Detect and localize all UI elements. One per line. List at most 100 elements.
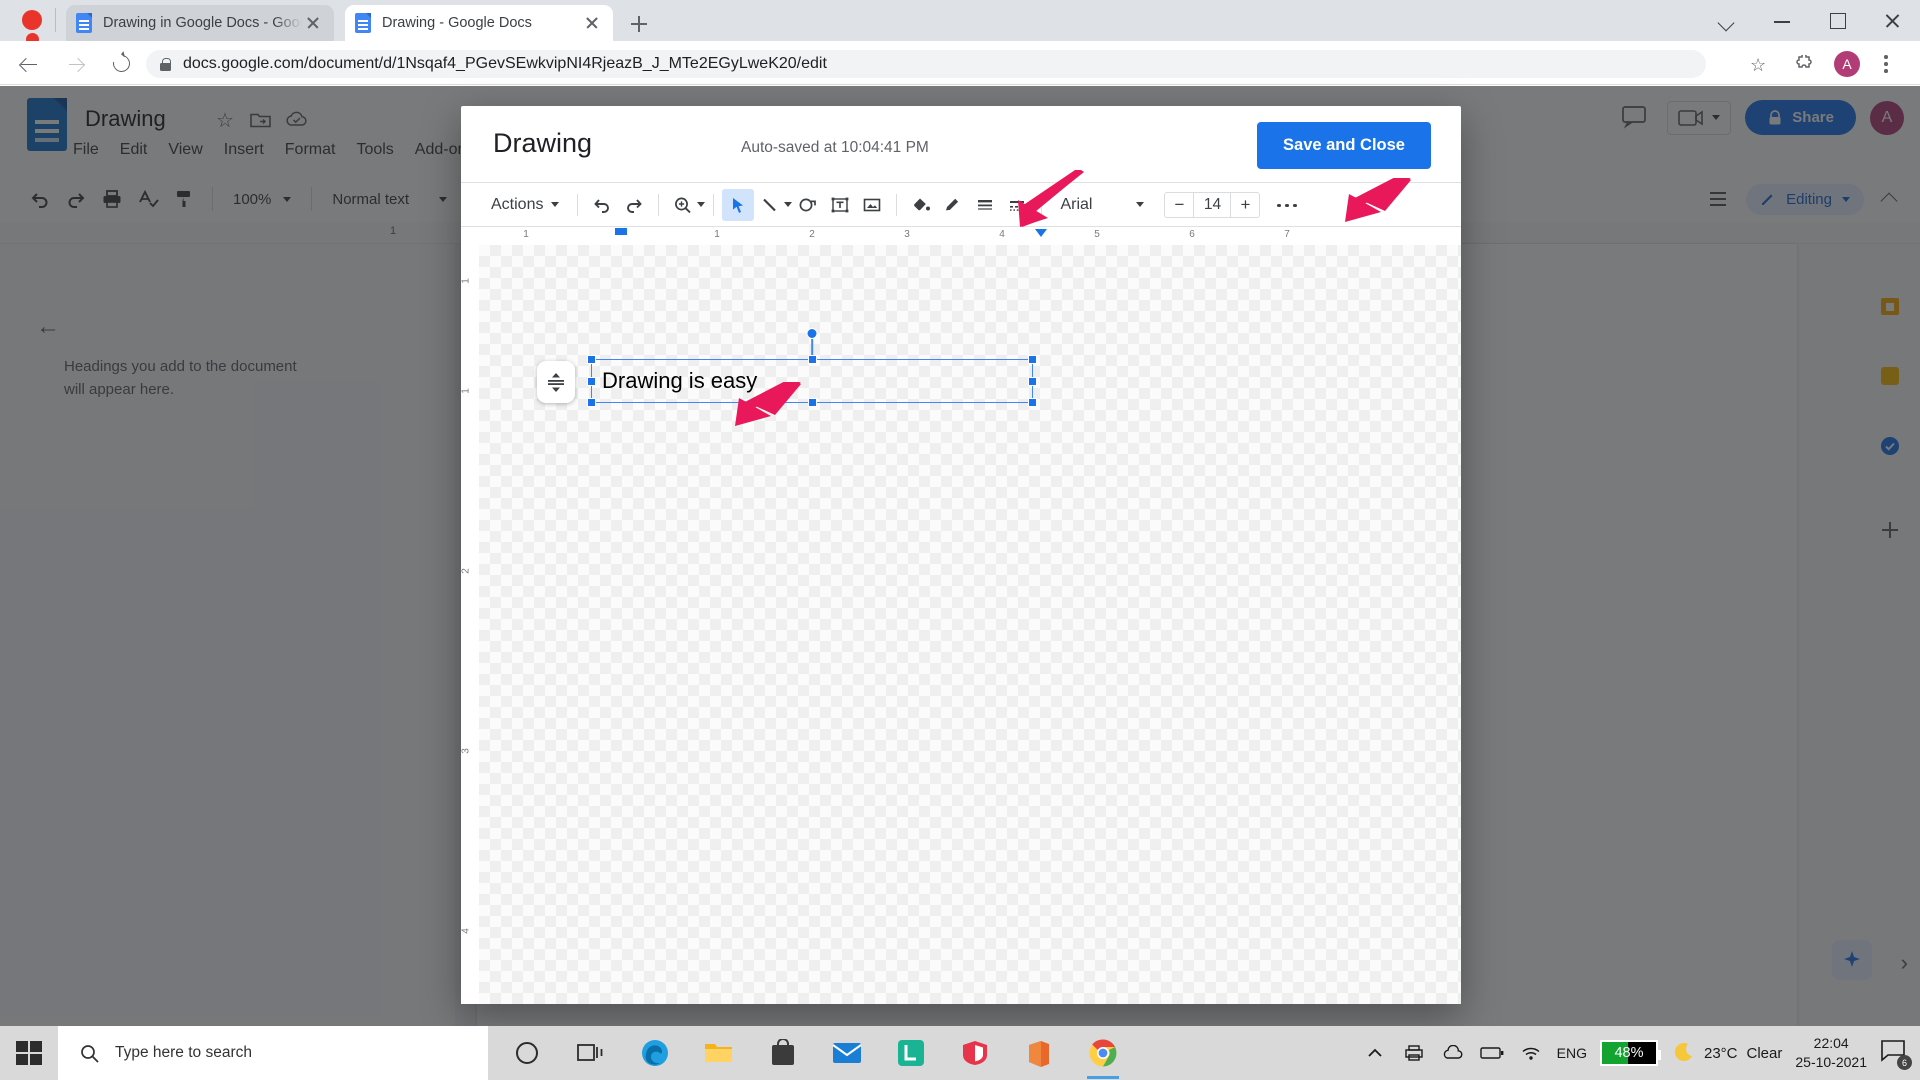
- selected-text-box[interactable]: Drawing is easy: [587, 328, 1037, 407]
- weather-condition: Clear: [1746, 1044, 1783, 1062]
- autosave-status: Auto-saved at 10:04:41 PM: [741, 139, 929, 156]
- star-icon[interactable]: ☆: [1750, 56, 1766, 74]
- mail-icon[interactable]: [825, 1026, 869, 1080]
- resize-handle-top-center[interactable]: [807, 355, 817, 364]
- chrome-icon[interactable]: [1081, 1026, 1125, 1080]
- line-weight-icon[interactable]: [969, 189, 1001, 221]
- search-placeholder: Type here to search: [115, 1044, 252, 1061]
- m-app-icon[interactable]: [953, 1026, 997, 1080]
- line-dash-icon[interactable]: [1001, 189, 1033, 221]
- browser-tab-1[interactable]: Drawing in Google Docs - Google: [66, 5, 334, 41]
- file-explorer-icon[interactable]: [697, 1026, 741, 1080]
- chevron-down-icon[interactable]: [697, 202, 706, 207]
- resize-handle-top-left[interactable]: [587, 355, 596, 364]
- l-app-icon[interactable]: [889, 1026, 933, 1080]
- show-hidden-icons-chevron[interactable]: [1362, 1040, 1388, 1066]
- store-icon[interactable]: [761, 1026, 805, 1080]
- font-size-input[interactable]: 14: [1193, 192, 1232, 217]
- drawing-canvas-area: 1 1 2 3 4 5 6 7 1 1 2 3 4 Drawing is eas…: [460, 226, 1461, 1004]
- drawing-canvas[interactable]: Drawing is easy: [479, 245, 1461, 1004]
- actions-menu-button[interactable]: Actions: [481, 196, 569, 214]
- battery-percent-indicator[interactable]: 48%: [1600, 1040, 1661, 1066]
- task-view-icon[interactable]: [569, 1026, 613, 1080]
- ruler-label: 4: [999, 229, 1005, 240]
- browser-tab-2[interactable]: Drawing - Google Docs: [345, 5, 613, 41]
- weather-temperature: 23°C: [1704, 1044, 1738, 1062]
- printer-tray-icon[interactable]: [1401, 1040, 1427, 1066]
- edge-icon[interactable]: [633, 1026, 677, 1080]
- taskbar-clock[interactable]: 22:04 25-10-2021: [1795, 1034, 1867, 1072]
- line-color-pencil-icon[interactable]: [937, 189, 969, 221]
- forward-arrow-icon[interactable]: [62, 50, 90, 78]
- actions-menu-label: Actions: [491, 195, 544, 213]
- screen: Drawing in Google Docs - Google Drawing …: [0, 0, 1920, 1080]
- system-tray: ENG 48% 23°C Clear 22:04 25-10-2021 6: [1362, 1026, 1920, 1080]
- toolbar-divider: [713, 193, 715, 216]
- save-and-close-button[interactable]: Save and Close: [1257, 122, 1431, 169]
- windows-taskbar: Type here to search ENG 48% 23°C Clear 2…: [0, 1026, 1920, 1080]
- undo-icon[interactable]: [586, 189, 618, 221]
- chevron-down-icon[interactable]: [1700, 0, 1755, 41]
- docs-favicon-icon: [76, 13, 93, 33]
- zoom-icon[interactable]: [667, 189, 699, 221]
- ruler-label: 3: [460, 748, 472, 754]
- cortana-icon[interactable]: [505, 1026, 549, 1080]
- fill-color-icon[interactable]: [905, 189, 937, 221]
- network-icon[interactable]: [1518, 1040, 1544, 1066]
- right-indent-marker[interactable]: [1035, 229, 1047, 237]
- canvas-horizontal-ruler[interactable]: 1 1 2 3 4 5 6 7: [479, 227, 1461, 245]
- resize-handle-top-right[interactable]: [1028, 355, 1037, 364]
- ruler-label: 4: [460, 928, 472, 934]
- redo-icon[interactable]: [618, 189, 650, 221]
- image-icon[interactable]: [856, 189, 888, 221]
- resize-handle-bottom-left[interactable]: [587, 398, 596, 407]
- language-indicator[interactable]: ENG: [1557, 1040, 1587, 1066]
- minimize-button[interactable]: [1755, 0, 1810, 41]
- browser-tab-2-title: Drawing - Google Docs: [382, 15, 532, 31]
- resize-handle-middle-left[interactable]: [587, 376, 596, 386]
- kebab-menu-icon[interactable]: [1876, 54, 1896, 74]
- text-box-icon[interactable]: [824, 189, 856, 221]
- ruler-label: 1: [523, 229, 529, 240]
- back-arrow-icon[interactable]: [14, 50, 42, 78]
- font-size-stepper[interactable]: − 14 +: [1164, 191, 1261, 218]
- resize-handle-bottom-center[interactable]: [807, 398, 817, 407]
- new-tab-button[interactable]: [625, 10, 653, 38]
- onedrive-cloud-icon[interactable]: [1440, 1040, 1466, 1066]
- resize-handle-bottom-right[interactable]: [1028, 398, 1037, 407]
- weather-widget[interactable]: 23°C Clear: [1671, 1041, 1782, 1065]
- notification-center-icon[interactable]: 6: [1880, 1038, 1912, 1070]
- ruler-label: 5: [1094, 229, 1100, 240]
- close-icon[interactable]: [302, 12, 324, 34]
- select-cursor-icon[interactable]: [722, 188, 755, 221]
- line-icon[interactable]: [754, 189, 786, 221]
- drawing-dialog-title: Drawing: [493, 128, 593, 158]
- address-bar[interactable]: docs.google.com/document/d/1Nsqaf4_PGevS…: [146, 50, 1706, 78]
- decrease-font-size-button[interactable]: −: [1165, 193, 1193, 217]
- close-icon[interactable]: [581, 12, 603, 34]
- office-icon[interactable]: [1017, 1026, 1061, 1080]
- resize-handle-middle-right[interactable]: [1028, 376, 1037, 386]
- chevron-down-icon[interactable]: [784, 202, 793, 207]
- chrome-profile-avatar[interactable]: A: [1834, 51, 1860, 77]
- reload-icon[interactable]: [108, 50, 136, 78]
- font-family-dropdown[interactable]: Arial: [1050, 196, 1150, 214]
- maximize-button[interactable]: [1810, 0, 1865, 41]
- clock-time: 22:04: [1813, 1035, 1849, 1052]
- rotation-handle[interactable]: [806, 328, 818, 339]
- window-close-button[interactable]: [1865, 0, 1920, 41]
- canvas-vertical-ruler[interactable]: 1 1 2 3 4: [460, 245, 479, 1004]
- search-input[interactable]: Type here to search: [58, 1026, 488, 1080]
- vertical-align-button[interactable]: [537, 361, 575, 403]
- increase-font-size-button[interactable]: +: [1231, 193, 1259, 217]
- text-box-content[interactable]: Drawing is easy: [602, 368, 757, 394]
- start-button[interactable]: [0, 1026, 58, 1080]
- shape-icon[interactable]: [792, 189, 824, 221]
- left-indent-marker[interactable]: [615, 228, 627, 235]
- battery-percent-value: 48%: [1614, 1045, 1644, 1061]
- puzzle-piece-icon[interactable]: [1795, 55, 1815, 73]
- battery-tray-icon[interactable]: [1479, 1040, 1505, 1066]
- lock-icon: [160, 57, 171, 71]
- more-options-icon[interactable]: [1272, 190, 1302, 220]
- taskbar-app-icons: [505, 1026, 1125, 1080]
